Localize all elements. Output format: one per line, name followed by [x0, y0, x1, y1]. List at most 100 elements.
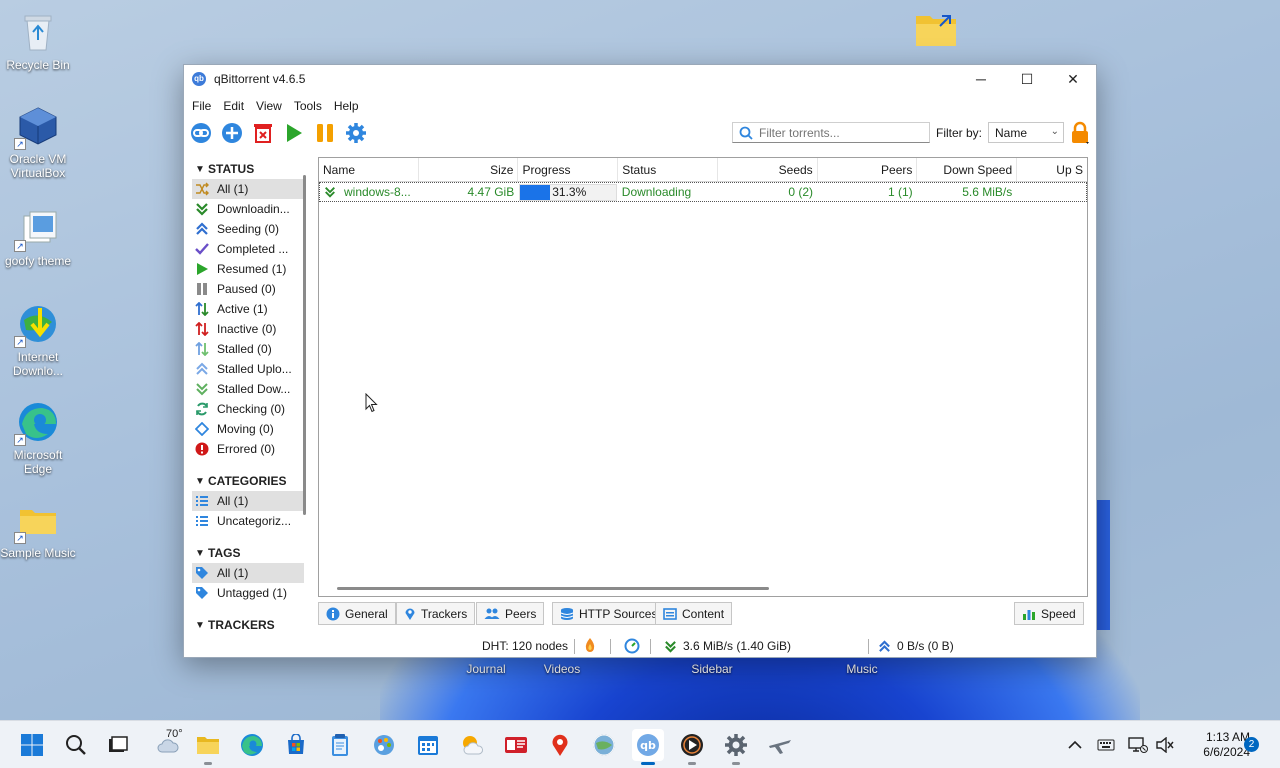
- categories-section-header[interactable]: ▼ CATEGORIES: [192, 471, 304, 491]
- resume-button[interactable]: [281, 120, 307, 146]
- column-header-seeds[interactable]: Seeds: [718, 158, 818, 181]
- taskbar-settings[interactable]: [720, 729, 752, 765]
- sidebar-item-stalled[interactable]: Stalled (0): [192, 339, 304, 359]
- sidebar-item-completed[interactable]: Completed ...: [192, 239, 304, 259]
- taskbar-news[interactable]: [500, 729, 532, 761]
- search-button[interactable]: [60, 729, 92, 761]
- sidebar-item-errored[interactable]: Errored (0): [192, 439, 304, 459]
- column-header-peers[interactable]: Peers: [818, 158, 918, 181]
- sidebar-item-stalled-downloading[interactable]: Stalled Dow...: [192, 379, 304, 399]
- taskbar-qbittorrent[interactable]: qb: [632, 729, 664, 765]
- lock-button[interactable]: [1069, 121, 1091, 148]
- speed-limit-icon[interactable]: [624, 638, 640, 654]
- trackers-section-header[interactable]: ▼ TRACKERS: [192, 615, 304, 629]
- horizontal-scrollbar[interactable]: [337, 587, 769, 590]
- sidebar-item-resumed[interactable]: Resumed (1): [192, 259, 304, 279]
- list-icon: [194, 513, 210, 529]
- options-button[interactable]: [343, 120, 369, 146]
- tab-label: Content: [682, 606, 725, 621]
- close-button[interactable]: ✕: [1050, 65, 1096, 93]
- title-bar[interactable]: qb qBittorrent v4.6.5 ─ ☐ ✕: [184, 65, 1096, 93]
- upload-speed-status[interactable]: 0 B/s (0 B): [878, 639, 954, 653]
- menu-help[interactable]: Help: [328, 93, 365, 119]
- column-header-size[interactable]: Size: [419, 158, 519, 181]
- taskbar-store[interactable]: [280, 729, 312, 761]
- sidebar-item-inactive[interactable]: Inactive (0): [192, 319, 304, 339]
- network-button[interactable]: [1128, 721, 1148, 768]
- tab-content[interactable]: Content: [655, 602, 733, 625]
- speed-button[interactable]: Speed: [1014, 602, 1084, 625]
- tab-http-sources[interactable]: HTTP Sources: [552, 602, 666, 625]
- desktop-icon-virtualbox[interactable]: ↗ Oracle VM VirtualBox: [0, 104, 76, 180]
- desktop-icon-sample-music[interactable]: ↗ Sample Music: [0, 498, 76, 560]
- cell-status: Downloading: [621, 185, 692, 199]
- sidebar-scrollbar[interactable]: [303, 175, 306, 515]
- taskbar-photos[interactable]: [588, 729, 620, 761]
- column-header-down-speed[interactable]: Down Speed: [917, 158, 1018, 181]
- tags-section-header[interactable]: ▼ TAGS: [192, 543, 304, 563]
- desktop-icon-edge[interactable]: ↗ Microsoft Edge: [0, 400, 76, 476]
- download-speed-status[interactable]: 3.6 MiB/s (1.40 GiB): [664, 639, 791, 653]
- desktop-label: Sidebar: [691, 662, 733, 676]
- taskbar-file-explorer[interactable]: [192, 729, 224, 765]
- taskbar-notepad[interactable]: [324, 729, 356, 761]
- sidebar-item-moving[interactable]: Moving (0): [192, 419, 304, 439]
- running-indicator: [732, 762, 740, 765]
- sidebar-item-tag-all[interactable]: All (1): [192, 563, 304, 583]
- pause-button[interactable]: [312, 120, 338, 146]
- desktop-icon-recycle-bin[interactable]: Recycle Bin: [0, 10, 76, 72]
- desktop-icon-goofy-theme[interactable]: ↗ goofy theme: [0, 206, 76, 268]
- show-hidden-icons-button[interactable]: [1068, 721, 1082, 768]
- menu-view[interactable]: View: [250, 93, 288, 119]
- menu-edit[interactable]: Edit: [217, 93, 250, 119]
- minimize-button[interactable]: ─: [958, 65, 1004, 93]
- taskbar-app[interactable]: [764, 729, 796, 761]
- keyboard-button[interactable]: [1097, 721, 1115, 768]
- taskbar-calendar[interactable]: [412, 729, 444, 761]
- notification-badge[interactable]: 2: [1244, 737, 1259, 752]
- sidebar-item-seeding[interactable]: Seeding (0): [192, 219, 304, 239]
- clock[interactable]: 1:13 AM 6/6/2024: [1180, 730, 1250, 760]
- cell-up-speed: [1016, 183, 1086, 201]
- taskbar-maps[interactable]: [544, 729, 576, 761]
- taskbar-edge[interactable]: [236, 729, 268, 761]
- tab-peers[interactable]: Peers: [476, 602, 545, 625]
- filter-torrents-input[interactable]: [759, 125, 919, 140]
- column-header-progress[interactable]: Progress: [518, 158, 619, 181]
- maximize-button[interactable]: ☐: [1004, 65, 1050, 93]
- filter-torrents-field[interactable]: [732, 122, 930, 143]
- add-torrent-file-button[interactable]: [219, 120, 245, 146]
- sidebar-item-category-all[interactable]: All (1): [192, 491, 304, 511]
- sidebar-item-checking[interactable]: Checking (0): [192, 399, 304, 419]
- menu-tools[interactable]: Tools: [288, 93, 328, 119]
- taskbar-media-player[interactable]: [676, 729, 708, 765]
- status-section-header[interactable]: ▼ STATUS: [192, 159, 304, 179]
- sidebar-item-paused[interactable]: Paused (0): [192, 279, 304, 299]
- column-header-up-speed[interactable]: Up S: [1017, 158, 1087, 181]
- tab-trackers[interactable]: Trackers: [396, 602, 476, 625]
- desktop-icon-label: Internet Downlo...: [12, 350, 64, 378]
- add-torrent-link-button[interactable]: [188, 120, 214, 146]
- tab-general[interactable]: General: [318, 602, 396, 625]
- sidebar-item-downloading[interactable]: Downloadin...: [192, 199, 304, 219]
- start-button[interactable]: [16, 729, 48, 761]
- section-title: STATUS: [208, 162, 255, 176]
- table-row[interactable]: windows-8... 4.47 GiB 31.3% Downloading …: [319, 182, 1087, 202]
- weather-widget[interactable]: 70°: [148, 728, 188, 761]
- sidebar-item-active[interactable]: Active (1): [192, 299, 304, 319]
- sidebar-item-untagged[interactable]: Untagged (1): [192, 583, 304, 603]
- desktop-icon-folder[interactable]: [912, 10, 960, 53]
- menu-file[interactable]: File: [186, 93, 217, 119]
- sidebar-item-uncategorized[interactable]: Uncategoriz...: [192, 511, 304, 531]
- taskbar-paint[interactable]: [368, 729, 400, 761]
- volume-button[interactable]: [1156, 721, 1174, 768]
- desktop-icon-internet-download[interactable]: ↗ Internet Downlo...: [0, 302, 76, 378]
- taskbar-weather-app[interactable]: [456, 729, 488, 761]
- sidebar-item-stalled-uploading[interactable]: Stalled Uplo...: [192, 359, 304, 379]
- column-header-status[interactable]: Status: [618, 158, 718, 181]
- filter-by-select[interactable]: Name ⌄: [988, 122, 1064, 143]
- sidebar-item-status-all[interactable]: All (1): [192, 179, 304, 199]
- delete-torrent-button[interactable]: [250, 120, 276, 146]
- task-view-button[interactable]: [102, 729, 134, 761]
- column-header-name[interactable]: Name: [319, 158, 419, 181]
